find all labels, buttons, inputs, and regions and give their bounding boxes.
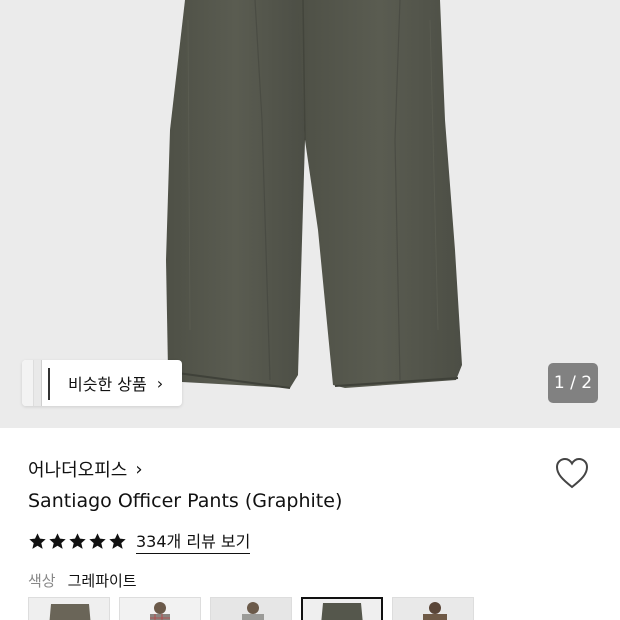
similar-products-button[interactable]: 비슷한 상품 › xyxy=(22,360,182,406)
rating-row: 334개 리뷰 보기 xyxy=(28,528,251,554)
swatch-graphite-flat[interactable] xyxy=(28,597,110,620)
star-icon xyxy=(109,532,126,549)
swatch-check-model[interactable] xyxy=(119,597,201,620)
similar-thumbnail-stack xyxy=(22,360,52,406)
star-icon xyxy=(69,532,86,549)
similar-products-label: 비슷한 상품 xyxy=(68,375,147,394)
image-page-indicator: 1 / 2 xyxy=(548,363,598,403)
chevron-right-icon: › xyxy=(135,458,143,480)
swatch-grey-model[interactable] xyxy=(210,597,292,620)
color-label: 색상 xyxy=(28,572,56,590)
swatch-brown-model[interactable] xyxy=(392,597,474,620)
star-icon xyxy=(49,532,66,549)
star-rating xyxy=(28,532,128,551)
brand-link[interactable]: 어나더오피스 › xyxy=(28,456,143,482)
star-icon xyxy=(89,532,106,549)
heart-icon[interactable] xyxy=(554,456,590,490)
star-icon xyxy=(29,532,46,549)
swatch-graphite-flat-2[interactable] xyxy=(301,597,383,620)
product-image-gallery[interactable]: 비슷한 상품 › 1 / 2 xyxy=(0,0,620,428)
color-swatch-list xyxy=(28,597,483,620)
color-value: 그레파이트 xyxy=(67,572,137,590)
color-row: 색상 그레파이트 xyxy=(28,570,137,591)
product-title: Santiago Officer Pants (Graphite) xyxy=(28,490,343,512)
review-link[interactable]: 334개 리뷰 보기 xyxy=(136,528,251,554)
chevron-right-icon: › xyxy=(156,373,164,393)
brand-name: 어나더오피스 xyxy=(28,460,128,481)
